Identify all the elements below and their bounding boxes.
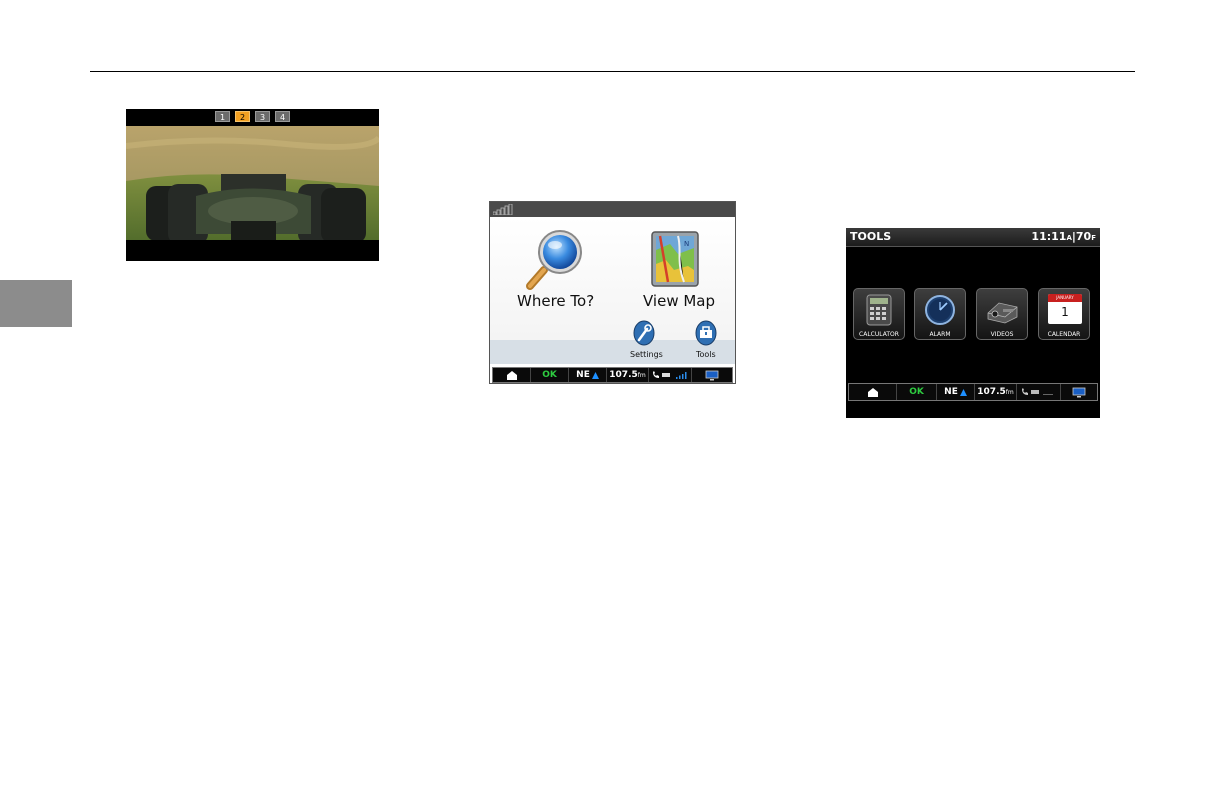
camera-feed-image — [126, 126, 379, 246]
camera-tab-3[interactable]: 3 — [255, 111, 270, 122]
camera-tabs: 1 2 3 4 — [126, 111, 379, 122]
direction-arrow-icon — [959, 388, 967, 396]
tools-label: Tools — [696, 350, 716, 359]
camera-tab-1[interactable]: 1 — [215, 111, 230, 122]
tools-header: TOOLS 11:11A|70F — [846, 228, 1100, 247]
home-icon — [506, 371, 517, 380]
camera-tab-2[interactable]: 2 — [235, 111, 250, 122]
chapter-side-tab — [0, 280, 72, 327]
phone-status-icon — [1021, 388, 1053, 395]
nav-status-bar: OK NE 107.5fm — [492, 367, 733, 383]
svg-text:N: N — [684, 240, 689, 248]
map-icon: N — [651, 231, 699, 287]
radio-frequency: 107.5fm — [977, 387, 1014, 397]
home-button[interactable] — [849, 384, 897, 400]
videos-label: VIDEOS — [990, 331, 1014, 338]
where-to-button[interactable]: Where To? — [512, 228, 595, 313]
alarm-label: ALARM — [929, 331, 951, 338]
calendar-label: CALENDAR — [1047, 331, 1081, 338]
direction-label: NE — [576, 370, 590, 380]
calendar-icon: JANUARY 1 — [1048, 294, 1082, 324]
phone-button[interactable] — [1017, 384, 1061, 400]
gps-signal-icon — [493, 204, 513, 215]
display-button[interactable] — [692, 368, 732, 382]
settings-label: Settings — [630, 350, 663, 359]
camera-tab-4[interactable]: 4 — [275, 111, 290, 122]
home-button[interactable] — [493, 368, 531, 382]
direction-label: NE — [944, 387, 958, 397]
ok-button[interactable]: OK — [897, 384, 937, 400]
toolbox-icon — [695, 320, 717, 346]
tools-button[interactable]: Tools — [690, 320, 724, 364]
calculator-icon — [866, 294, 892, 326]
view-map-button[interactable]: N View Map — [638, 228, 718, 313]
compass-button[interactable]: NE — [569, 368, 607, 382]
phone-status-icon — [653, 371, 687, 379]
compass-button[interactable]: NE — [937, 384, 975, 400]
calendar-button[interactable]: JANUARY 1 CALENDAR — [1038, 288, 1090, 340]
ok-label: OK — [542, 370, 557, 380]
navigation-screen: Where To? N View Map Settings Tools OK N… — [489, 201, 736, 384]
radio-frequency: 107.5fm — [609, 370, 646, 380]
view-map-label: View Map — [643, 292, 716, 310]
calculator-label: CALCULATOR — [859, 331, 899, 338]
direction-arrow-icon — [591, 371, 599, 379]
radio-button[interactable]: 107.5fm — [975, 384, 1017, 400]
wrench-icon — [633, 320, 655, 346]
ok-button[interactable]: OK — [531, 368, 569, 382]
clock-temperature: 11:11A|70F — [1031, 230, 1096, 243]
ok-label: OK — [909, 387, 924, 397]
phone-button[interactable] — [649, 368, 692, 382]
calculator-button[interactable]: CALCULATOR — [853, 288, 905, 340]
calendar-month: JANUARY — [1048, 294, 1082, 302]
display-button[interactable] — [1061, 384, 1097, 400]
tools-screen: TOOLS 11:11A|70F CALCULATOR ALARM VIDEOS… — [846, 228, 1100, 418]
settings-button[interactable]: Settings — [627, 320, 663, 364]
radio-button[interactable]: 107.5fm — [607, 368, 649, 382]
tools-status-bar: OK NE 107.5fm — [848, 383, 1098, 401]
header-rule — [90, 71, 1135, 72]
alarm-button[interactable]: ALARM — [914, 288, 966, 340]
camera-screen: 1 2 3 4 — [126, 109, 379, 261]
videos-button[interactable]: VIDEOS — [976, 288, 1028, 340]
monitor-icon — [705, 370, 719, 380]
calendar-day: 1 — [1061, 305, 1069, 319]
monitor-icon — [1072, 387, 1086, 397]
nav-top-bar — [490, 202, 735, 217]
home-icon — [867, 388, 878, 397]
tools-title: TOOLS — [850, 230, 892, 243]
videos-icon — [987, 302, 1018, 324]
where-to-label: Where To? — [517, 292, 595, 310]
alarm-icon — [925, 295, 955, 325]
magnifier-icon — [526, 230, 582, 290]
